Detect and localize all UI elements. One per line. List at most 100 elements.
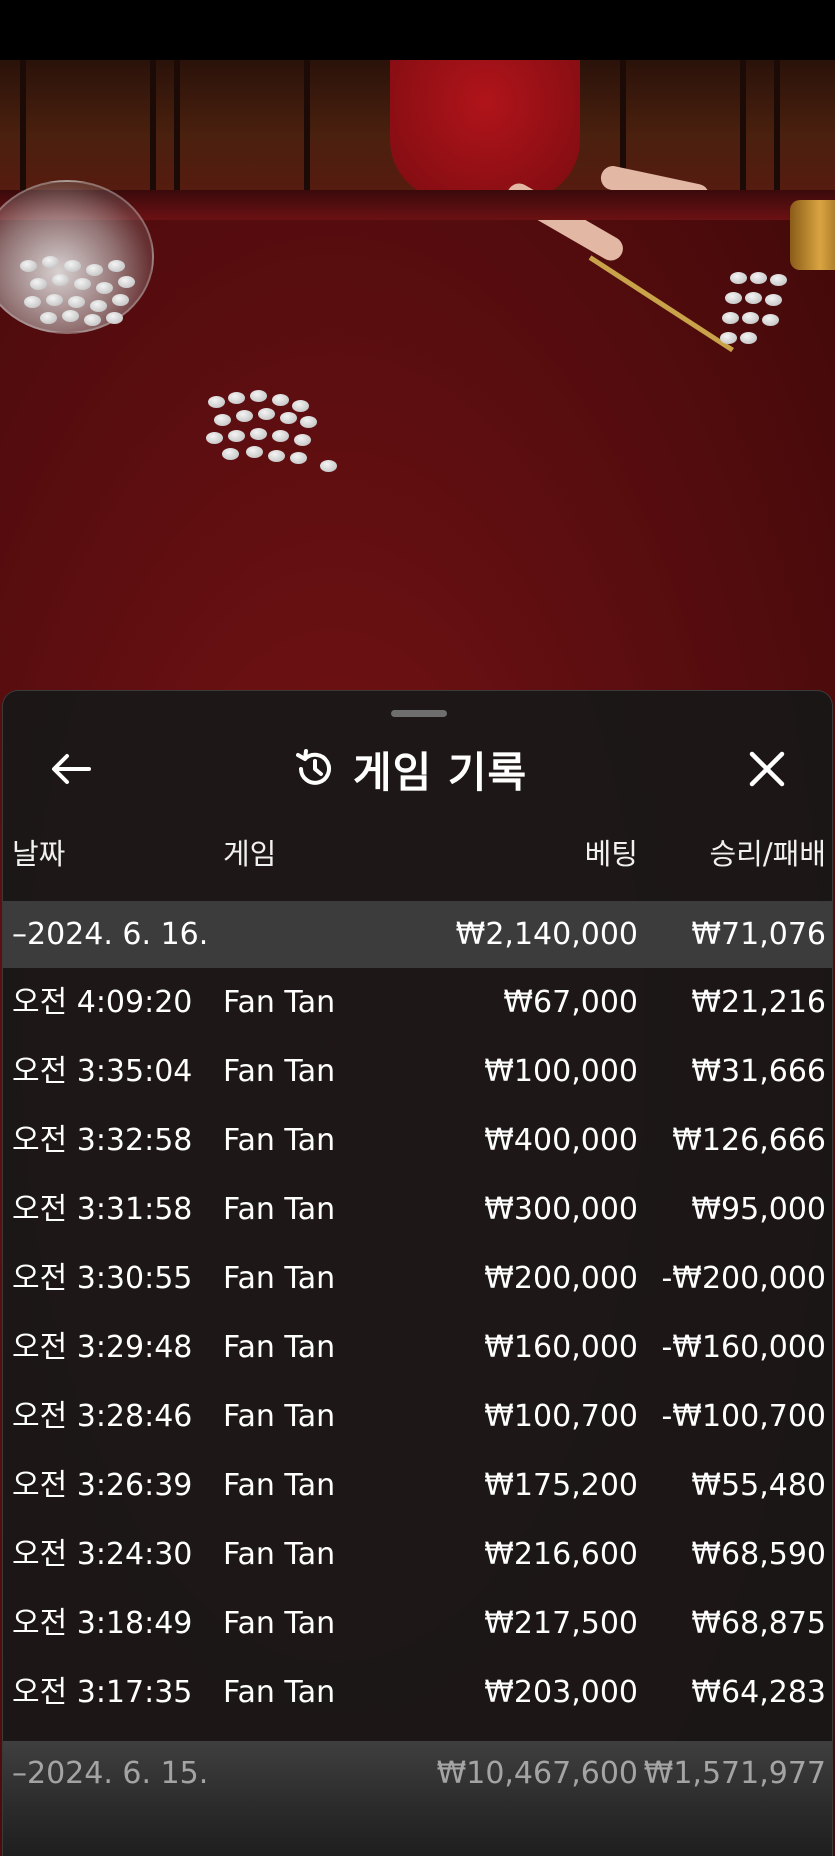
bead: [720, 332, 737, 344]
dealer: [390, 60, 580, 200]
row-win-loss: -₩160,000: [661, 1330, 826, 1365]
row-win-loss: ₩95,000: [691, 1192, 826, 1227]
history-row[interactable]: 오전 3:18:49 Fan Tan ₩217,500 ₩68,875: [3, 1589, 832, 1658]
row-game: Fan Tan: [223, 985, 336, 1020]
history-row[interactable]: 오전 4:09:20 Fan Tan ₩67,000 ₩21,216: [3, 968, 832, 1037]
bead: [108, 260, 125, 272]
status-bar: [0, 0, 835, 60]
row-game: Fan Tan: [223, 1192, 336, 1227]
back-button[interactable]: [43, 741, 99, 797]
row-time: 오전 3:28:46: [12, 1399, 193, 1434]
bead: [300, 416, 317, 428]
bead: [250, 390, 267, 402]
bead: [272, 394, 289, 406]
group-date: –2024. 6. 16.: [12, 917, 209, 952]
brass-container: [790, 200, 835, 270]
bead: [42, 256, 59, 268]
row-game: Fan Tan: [223, 1468, 336, 1503]
bead: [68, 296, 85, 308]
column-header-game: 게임: [223, 837, 277, 871]
bead: [258, 408, 275, 420]
row-bet: ₩203,000: [484, 1675, 638, 1710]
bead: [222, 448, 239, 460]
history-row[interactable]: 오전 3:35:04 Fan Tan ₩100,000 ₩31,666: [3, 1037, 832, 1106]
column-header-win-loss: 승리/패배: [709, 837, 827, 871]
row-time: 오전 3:31:58: [12, 1192, 193, 1227]
row-win-loss: -₩200,000: [661, 1261, 826, 1296]
row-bet: ₩300,000: [484, 1192, 638, 1227]
bead: [294, 434, 311, 446]
bead: [214, 414, 231, 426]
row-time: 오전 3:26:39: [12, 1468, 193, 1503]
row-time: 오전 3:17:35: [12, 1675, 193, 1710]
history-row[interactable]: 오전 3:32:58 Fan Tan ₩400,000 ₩126,666: [3, 1106, 832, 1175]
backdrop-arch: [740, 60, 835, 210]
history-row[interactable]: 오전 3:26:39 Fan Tan ₩175,200 ₩55,480: [3, 1451, 832, 1520]
bead: [90, 300, 107, 312]
bead: [725, 292, 742, 304]
date-group-row[interactable]: –2024. 6. 16. ₩2,140,000 ₩71,076: [3, 901, 832, 968]
row-bet: ₩100,700: [484, 1399, 638, 1434]
row-game: Fan Tan: [223, 1399, 336, 1434]
history-row[interactable]: 오전 3:30:55 Fan Tan ₩200,000 -₩200,000: [3, 1244, 832, 1313]
dealer-stick: [588, 255, 734, 353]
row-game: Fan Tan: [223, 1537, 336, 1572]
bead: [112, 294, 129, 306]
group-date: –2024. 6. 15.: [12, 1756, 209, 1791]
bead: [228, 430, 245, 442]
bead: [24, 296, 41, 308]
arrow-left-icon: [52, 754, 91, 784]
row-win-loss: ₩21,216: [691, 985, 826, 1020]
bead: [20, 260, 37, 272]
history-row[interactable]: 오전 3:28:46 Fan Tan ₩100,700 -₩100,700: [3, 1382, 832, 1451]
row-time: 오전 3:35:04: [12, 1054, 193, 1089]
bead: [64, 260, 81, 272]
group-bet-total: ₩10,467,600: [436, 1756, 638, 1791]
row-time: 오전 3:32:58: [12, 1123, 193, 1158]
row-game: Fan Tan: [223, 1123, 336, 1158]
bead: [84, 314, 101, 326]
bead: [74, 278, 91, 290]
bead: [236, 410, 253, 422]
bead: [86, 264, 103, 276]
column-header-bet: 베팅: [584, 837, 638, 871]
bead: [250, 428, 267, 440]
bead: [268, 450, 285, 462]
row-bet: ₩100,000: [484, 1054, 638, 1089]
bead: [40, 312, 57, 324]
close-button[interactable]: [739, 741, 795, 797]
row-time: 오전 3:24:30: [12, 1537, 193, 1572]
history-list: –2024. 6. 16. ₩2,140,000 ₩71,076 오전 4:09…: [3, 901, 832, 1727]
bead: [30, 278, 47, 290]
bead: [52, 274, 69, 286]
bead: [762, 314, 779, 326]
row-game: Fan Tan: [223, 1054, 336, 1089]
row-time: 오전 3:18:49: [12, 1606, 193, 1641]
row-bet: ₩400,000: [484, 1123, 638, 1158]
close-icon: [749, 751, 785, 787]
row-bet: ₩216,600: [484, 1537, 638, 1572]
row-bet: ₩217,500: [484, 1606, 638, 1641]
history-row[interactable]: 오전 3:29:48 Fan Tan ₩160,000 -₩160,000: [3, 1313, 832, 1382]
date-group-row[interactable]: –2024. 6. 15. ₩10,467,600 ₩1,571,977: [3, 1741, 832, 1856]
history-row[interactable]: 오전 3:31:58 Fan Tan ₩300,000 ₩95,000: [3, 1175, 832, 1244]
bead: [46, 294, 63, 306]
row-game: Fan Tan: [223, 1606, 336, 1641]
row-time: 오전 3:30:55: [12, 1261, 193, 1296]
row-win-loss: ₩64,283: [691, 1675, 826, 1710]
game-history-sheet: 게임 기록 날짜 게임 베팅 승리/패배 –2024. 6. 16. ₩2,14…: [2, 690, 833, 1856]
row-win-loss: ₩55,480: [691, 1468, 826, 1503]
history-row[interactable]: 오전 3:17:35 Fan Tan ₩203,000 ₩64,283: [3, 1658, 832, 1727]
drag-handle[interactable]: [391, 710, 447, 717]
table-header: 날짜 게임 베팅 승리/패배: [3, 831, 832, 883]
row-win-loss: -₩100,700: [661, 1399, 826, 1434]
bead: [62, 310, 79, 322]
bead: [208, 396, 225, 408]
bead: [290, 452, 307, 464]
row-game: Fan Tan: [223, 1675, 336, 1710]
bead: [722, 312, 739, 324]
row-bet: ₩160,000: [484, 1330, 638, 1365]
row-win-loss: ₩31,666: [691, 1054, 826, 1089]
row-win-loss: ₩126,666: [672, 1123, 826, 1158]
history-row[interactable]: 오전 3:24:30 Fan Tan ₩216,600 ₩68,590: [3, 1520, 832, 1589]
